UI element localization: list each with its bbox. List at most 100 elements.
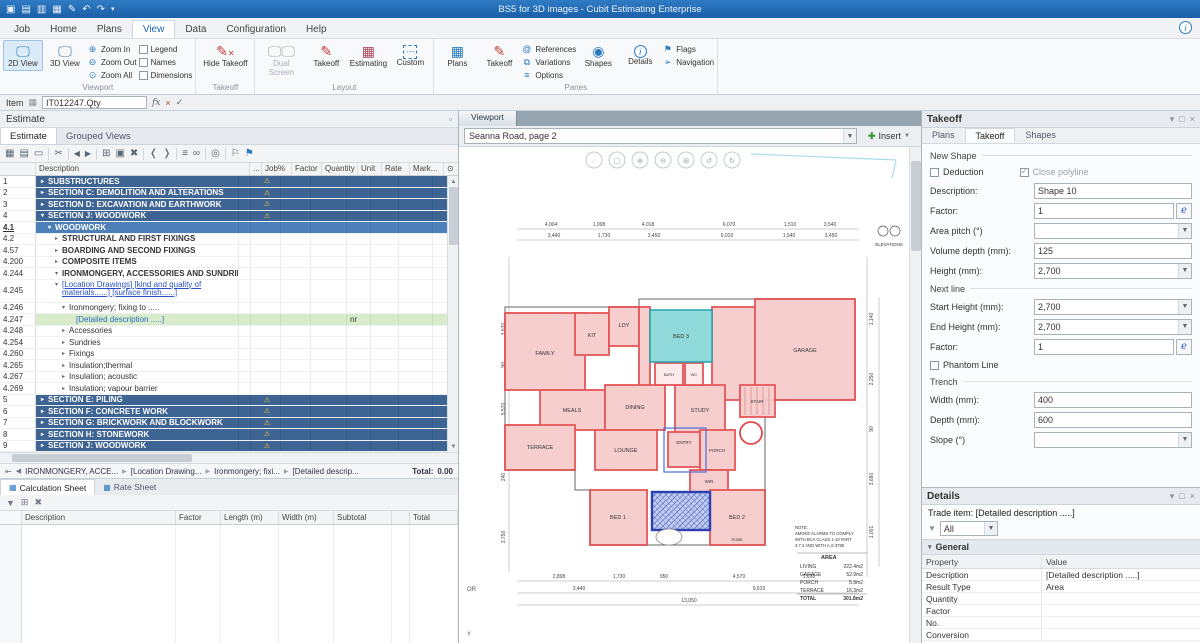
chevron-down-icon[interactable]: ▼	[1178, 300, 1191, 314]
property-row[interactable]: No.	[922, 617, 1200, 629]
scroll-down-icon[interactable]: ▼	[448, 441, 458, 452]
row-number[interactable]: 4.244	[0, 268, 36, 279]
zoom-out-button[interactable]: ⊖Zoom Out	[87, 56, 137, 68]
estimate-row[interactable]: 4.246 ▾Ironmongery; fixing to .....	[0, 303, 447, 315]
breadcrumb-back-icon[interactable]: ◀	[16, 467, 21, 475]
col-description[interactable]: Description	[36, 163, 250, 175]
panes-plans-button[interactable]: ▦ Plans	[437, 40, 477, 71]
panel-menu-icon[interactable]: ▾	[1170, 491, 1175, 502]
list-icon[interactable]: ≡	[182, 148, 188, 159]
breadcrumb-item[interactable]: IRONMONGERY, ACCE...	[25, 467, 118, 476]
close-polyline-checkbox[interactable]	[1020, 168, 1029, 177]
start-height-select[interactable]: 2,700▼	[1034, 299, 1192, 315]
close-panel-icon[interactable]: ×	[1190, 114, 1195, 125]
row-number[interactable]: 4.265	[0, 360, 36, 371]
row-number[interactable]: 5	[0, 395, 36, 406]
row-description[interactable]: WOODWORK	[55, 223, 106, 232]
tab-shapes[interactable]: Shapes	[1015, 128, 1066, 143]
layout-custom-button[interactable]: ⋯ Custom	[390, 40, 430, 70]
col-factor[interactable]: Factor	[292, 163, 322, 175]
estimate-row[interactable]: 4.254 ▸Sundries	[0, 337, 447, 349]
delete-icon[interactable]: ✖	[130, 148, 138, 159]
view-columns-icon[interactable]: ▭	[34, 148, 43, 159]
expand-arrow-icon[interactable]: ▸	[60, 327, 67, 334]
expand-arrow-icon[interactable]: ▸	[39, 201, 46, 208]
expand-arrow-icon[interactable]: ▸	[60, 339, 67, 346]
insert-table-icon[interactable]: ⊞	[102, 148, 110, 159]
expand-arrow-icon[interactable]: ▾	[53, 270, 60, 277]
row-description[interactable]: STRUCTURAL AND FIRST FIXINGS	[62, 234, 195, 243]
references-button[interactable]: @References	[521, 43, 576, 55]
end-height-select[interactable]: 2,700▼	[1034, 319, 1192, 335]
row-number[interactable]: 4.1	[0, 222, 36, 233]
slope-select[interactable]: ▼	[1034, 432, 1192, 448]
tab-home[interactable]: Home	[40, 21, 87, 38]
row-description[interactable]: SECTION F: CONCRETE WORK	[48, 407, 168, 416]
row-number[interactable]: 4.2	[0, 234, 36, 245]
estimate-row[interactable]: 3 ▸SECTION D: EXCAVATION AND EARTHWORK	[0, 199, 447, 211]
layout-takeoff-button[interactable]: ✎ Takeoff	[306, 40, 346, 71]
flag-blue-icon[interactable]: ⚑	[245, 148, 254, 159]
expand-arrow-icon[interactable]: ▾	[53, 281, 60, 288]
redo-icon[interactable]: ↷	[97, 4, 105, 15]
dimensions-checkbox[interactable]: Dimensions	[139, 69, 193, 81]
legend-checkbox[interactable]: Legend	[139, 43, 193, 55]
view-rows-icon[interactable]: ▤	[19, 148, 28, 159]
dual-screen-button[interactable]: 🖵🖵 Dual Screen	[258, 40, 304, 80]
row-description[interactable]: SECTION C: DEMOLITION AND ALTERATIONS	[48, 188, 224, 197]
visibility-column-icon[interactable]: ⊙	[444, 163, 458, 175]
factor2-input[interactable]: 1	[1034, 339, 1174, 355]
row-number[interactable]: 4	[0, 211, 36, 222]
row-description[interactable]: Accessories	[69, 326, 112, 335]
estimate-row[interactable]: 5 ▸SECTION E: PILING	[0, 395, 447, 407]
row-number[interactable]: 4.269	[0, 383, 36, 394]
area-pitch-select[interactable]: ▼	[1034, 223, 1192, 239]
col-quantity[interactable]: Quantity	[322, 163, 358, 175]
row-number[interactable]: 4.254	[0, 337, 36, 348]
row-description[interactable]: SECTION J: WOODWORK	[48, 211, 146, 220]
tab-takeoff[interactable]: Takeoff	[965, 128, 1016, 143]
property-value[interactable]: [Detailed description .....]	[1042, 569, 1200, 580]
calc-grid-body[interactable]	[0, 525, 458, 643]
breadcrumb-item[interactable]: [Detailed descrip...	[293, 467, 359, 476]
zoom-in-button[interactable]: ⊕Zoom In	[87, 43, 137, 55]
phantom-line-checkbox[interactable]	[930, 361, 939, 370]
col-job[interactable]: Job%	[262, 163, 292, 175]
calc-col-factor[interactable]: Factor	[176, 511, 221, 524]
tab-rate-sheet[interactable]: ▦Rate Sheet	[95, 479, 164, 495]
estimate-row[interactable]: 4.2 ▸STRUCTURAL AND FIRST FIXINGS	[0, 234, 447, 246]
calc-grid-icon[interactable]: ⊞	[21, 497, 29, 508]
row-number[interactable]: 4.260	[0, 349, 36, 360]
row-description[interactable]: Insulation;thermal	[69, 361, 132, 370]
next-icon[interactable]: ▶	[85, 149, 91, 158]
scroll-up-icon[interactable]: ▲	[448, 176, 458, 187]
options-button[interactable]: ≡Options	[521, 69, 576, 81]
property-value[interactable]: Area	[1042, 581, 1200, 592]
chevron-down-icon[interactable]: ▼	[1178, 320, 1191, 334]
estimate-row[interactable]: 4.200 ▸COMPOSITE ITEMS	[0, 257, 447, 269]
row-description[interactable]: BOARDING AND SECOND FIXINGS	[62, 246, 196, 255]
estimate-row[interactable]: 4.57 ▸BOARDING AND SECOND FIXINGS	[0, 245, 447, 257]
variations-button[interactable]: ⧉Variations	[521, 56, 576, 68]
volume-depth-input[interactable]: 125	[1034, 243, 1192, 259]
chevron-down-icon[interactable]: ▼	[843, 129, 856, 143]
insert-button[interactable]: ✚ Insert ▼	[862, 131, 916, 142]
row-number[interactable]: 9	[0, 441, 36, 452]
value-header[interactable]: Value	[1042, 555, 1200, 568]
factor-expression-button[interactable]: e	[1176, 203, 1192, 219]
prev-icon[interactable]: ◀	[74, 149, 80, 158]
calc-delete-icon[interactable]: ✖	[34, 497, 42, 508]
estimate-row[interactable]: 4.265 ▸Insulation;thermal	[0, 360, 447, 372]
insert-dropdown-icon[interactable]: ▼	[904, 133, 910, 139]
estimate-row[interactable]: 7 ▸SECTION G: BRICKWORK AND BLOCKWORK	[0, 418, 447, 430]
estimate-row[interactable]: 9 ▸SECTION J: WOODWORK	[0, 441, 447, 453]
factor-input[interactable]: 1	[1034, 203, 1174, 219]
chevron-down-icon[interactable]: ▼	[1178, 264, 1191, 278]
row-description[interactable]: SECTION G: BRICKWORK AND BLOCKWORK	[48, 418, 223, 427]
row-description[interactable]: Insulation; acoustic	[69, 372, 137, 381]
expand-arrow-icon[interactable]: ▾	[46, 224, 53, 231]
filter-select[interactable]: All▼	[940, 521, 998, 536]
estimate-row[interactable]: 4.245 ▾[Location Drawings] [kind and qua…	[0, 280, 447, 303]
view-grid-icon[interactable]: ▦	[5, 148, 14, 159]
expand-arrow-icon[interactable]: ▸	[39, 431, 46, 438]
